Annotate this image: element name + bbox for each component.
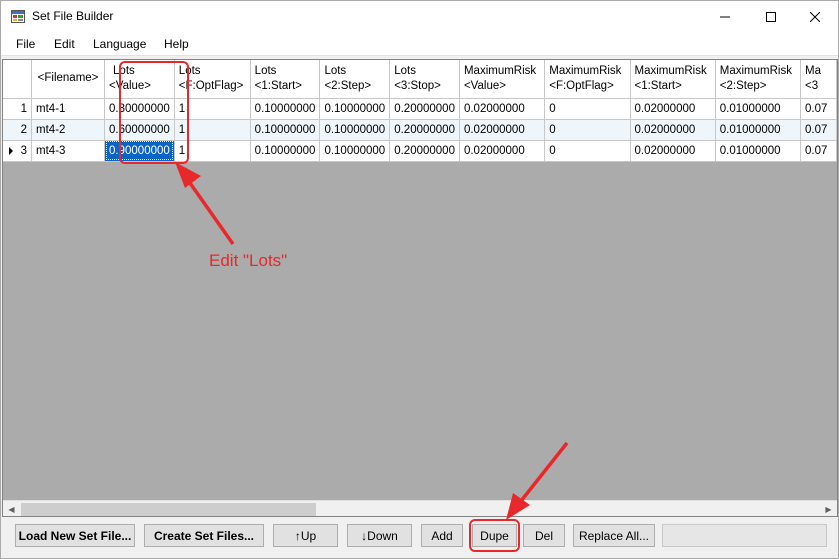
grid-cell[interactable]: 0.01000000 [715, 140, 802, 162]
grid-cell[interactable]: 0.07 [800, 119, 837, 141]
horizontal-scrollbar[interactable]: ◀ ▶ [3, 500, 837, 516]
grid-cell[interactable]: 0.02000000 [459, 140, 546, 162]
grid-cell[interactable]: 0.01000000 [715, 119, 802, 141]
column-header[interactable]: MaximumRisk <F:OptFlag> [544, 60, 631, 99]
column-header-line1: <Filename> [37, 72, 99, 85]
grid-cell[interactable]: 0.02000000 [630, 140, 716, 162]
grid-cell[interactable]: 0.10000000 [319, 119, 391, 141]
column-header-line2: <1:Start> [254, 79, 302, 92]
grid-cell[interactable]: 0.01000000 [715, 98, 802, 120]
column-header[interactable]: Lots <1:Start> [250, 60, 321, 99]
grid-cell[interactable]: 0.02000000 [630, 119, 716, 141]
grid-cell[interactable]: 0.10000000 [250, 119, 321, 141]
column-header-line1: MaximumRisk [719, 64, 792, 77]
grid-cell[interactable]: mt4-3 [31, 140, 106, 162]
title-bar[interactable]: Set File Builder [1, 1, 838, 32]
del-button[interactable]: Del [523, 524, 565, 547]
app-window: Set File Builder File Edit Language Help… [0, 0, 839, 559]
menu-bar: File Edit Language Help [1, 32, 838, 56]
menu-edit[interactable]: Edit [54, 36, 75, 52]
grid-cell[interactable]: 0.02000000 [459, 119, 546, 141]
grid-cell[interactable]: 0.02000000 [459, 98, 546, 120]
row-header[interactable]: 1 [3, 98, 33, 120]
edit-lots-annotation: Edit "Lots" [209, 251, 288, 270]
column-header[interactable]: MaximumRisk <2:Step> [715, 60, 802, 99]
column-header-line1: MaximumRisk [463, 64, 537, 77]
maximize-button[interactable] [748, 1, 794, 32]
column-header[interactable]: Lots <3:Stop> [389, 60, 460, 99]
column-header[interactable]: Ma <3 [800, 60, 837, 99]
menu-file[interactable]: File [16, 36, 35, 52]
column-header-line1: MaximumRisk [549, 64, 622, 77]
column-header[interactable]: MaximumRisk <Value> [459, 60, 546, 99]
window-title: Set File Builder [32, 9, 114, 23]
move-down-button[interactable]: ↓Down [347, 524, 412, 547]
column-header-line2: <2:Step> [324, 79, 372, 92]
grid-cell[interactable]: 0.10000000 [319, 98, 391, 120]
scrollbar-thumb[interactable] [21, 503, 316, 516]
load-new-set-file-button[interactable]: Load New Set File... [15, 524, 135, 547]
column-header-line1: Lots [324, 64, 347, 77]
column-header-line1: Lots [394, 64, 416, 77]
close-button[interactable] [792, 1, 838, 32]
menu-language[interactable]: Language [93, 36, 146, 52]
create-set-files-button[interactable]: Create Set Files... [144, 524, 264, 547]
grid-cell[interactable]: 0.07 [800, 140, 837, 162]
dupe-button-highlight [469, 519, 520, 552]
app-icon [11, 10, 25, 23]
grid-cell[interactable]: 0.20000000 [389, 98, 460, 120]
column-header-line2: <Value> [463, 79, 506, 92]
column-header-line2: <F:OptFlag> [549, 79, 614, 92]
row-number: 1 [20, 102, 28, 115]
grid-cell[interactable]: 0.07 [800, 98, 837, 120]
scroll-right-icon[interactable]: ▶ [820, 501, 837, 516]
grid-cell[interactable]: 0.10000000 [319, 140, 391, 162]
grid-cell[interactable]: 0 [544, 119, 631, 141]
grid-cell[interactable]: 0.20000000 [389, 140, 460, 162]
grid-cell[interactable]: 0.20000000 [389, 119, 460, 141]
row-number: 3 [20, 144, 28, 157]
column-header-line2: <2:Step> [719, 79, 767, 92]
grid-cell[interactable]: mt4-2 [31, 119, 106, 141]
status-field [662, 524, 827, 547]
column-header-line1: MaximumRisk [634, 64, 707, 77]
grid-cell[interactable]: 0.02000000 [630, 98, 716, 120]
grid-cell[interactable]: 0.10000000 [250, 140, 321, 162]
grid-cell[interactable]: mt4-1 [31, 98, 106, 120]
column-header[interactable]: MaximumRisk <1:Start> [630, 60, 716, 99]
row-header[interactable]: 2 [3, 119, 33, 141]
maximize-icon [766, 11, 776, 22]
column-header-line1: Lots [254, 64, 277, 77]
grid-cell[interactable]: 0 [544, 98, 631, 120]
column-header-line2: <3 [805, 79, 819, 92]
scroll-left-icon[interactable]: ◀ [3, 501, 20, 516]
close-icon [810, 11, 820, 22]
row-number: 2 [20, 123, 28, 136]
row-header[interactable]: 3 [3, 140, 33, 162]
minimize-icon [720, 16, 730, 17]
lots-column-highlight [119, 61, 189, 164]
column-header-line1: Ma [805, 64, 822, 77]
column-header-line2: <1:Start> [634, 79, 682, 92]
add-button[interactable]: Add [421, 524, 463, 547]
current-row-arrow-icon [9, 146, 13, 155]
column-header[interactable]: <Filename> [31, 60, 106, 99]
grid-cell[interactable]: 0.10000000 [250, 98, 321, 120]
minimize-button[interactable] [702, 1, 748, 32]
move-up-button[interactable]: ↑Up [273, 524, 338, 547]
row-header-corner[interactable] [3, 60, 33, 99]
column-header[interactable]: Lots <2:Step> [319, 60, 391, 99]
menu-help[interactable]: Help [164, 36, 189, 52]
grid-cell[interactable]: 0 [544, 140, 631, 162]
column-header-line2: <3:Stop> [394, 79, 441, 92]
replace-all-button[interactable]: Replace All... [573, 524, 655, 547]
